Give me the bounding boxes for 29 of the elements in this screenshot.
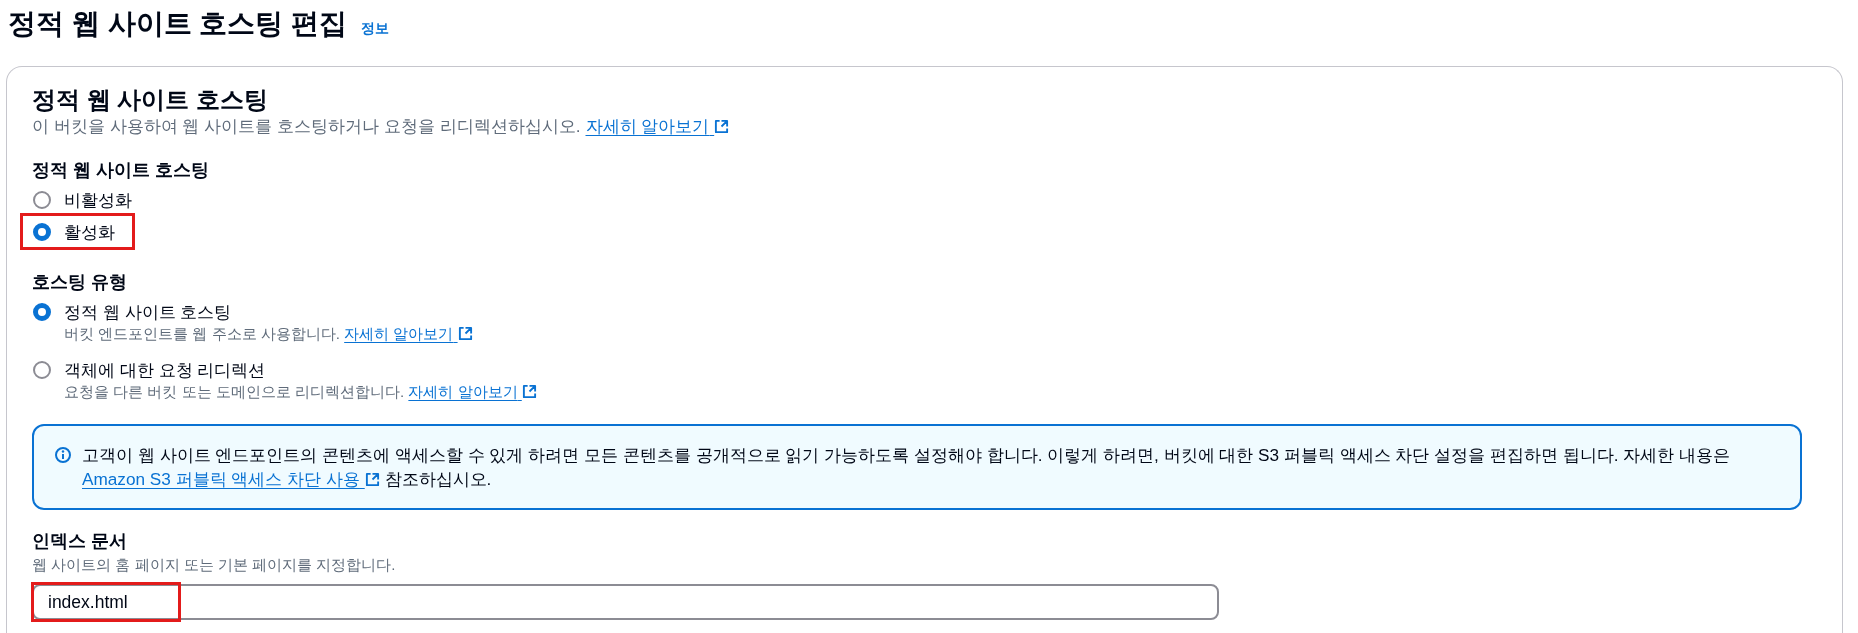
option-description: 요청을 다른 버킷 또는 도메인으로 리디렉션합니다. 자세히 알아보기 <box>64 381 537 403</box>
page-title: 정적 웹 사이트 호스팅 편집 <box>8 7 348 41</box>
input-field[interactable]: index.html <box>32 584 1219 620</box>
card-title: 정적 웹 사이트 호스팅 <box>32 85 269 115</box>
help-link[interactable]: Amazon S3 퍼블릭 액세스 차단 사용 <box>82 469 380 489</box>
external-link-icon <box>457 326 473 341</box>
option-label: 비활성화 <box>64 189 132 211</box>
radio-button[interactable] <box>33 223 51 241</box>
external-link-icon <box>521 384 537 399</box>
field-label: 호스팅 유형 <box>32 271 127 293</box>
field-description: 웹 사이트의 홈 페이지 또는 기본 페이지를 지정합니다. <box>32 556 396 574</box>
option-label: 객체에 대한 요청 리디렉션 <box>64 359 267 381</box>
option-label: 정적 웹 사이트 호스팅 <box>64 301 233 323</box>
info-icon <box>55 447 71 463</box>
option-description: 버킷 엔드포인트를 웹 주소로 사용합니다. 자세히 알아보기 <box>64 323 473 345</box>
external-link-icon <box>714 119 730 134</box>
learn-more-link[interactable]: 자세히 알아보기 <box>344 325 473 342</box>
radio-button[interactable] <box>33 303 51 321</box>
radio-button[interactable] <box>33 361 51 379</box>
field-label: 정적 웹 사이트 호스팅 <box>32 159 209 181</box>
external-link-icon <box>364 472 380 487</box>
info-link[interactable]: 정보 <box>361 20 390 38</box>
field-label: 인덱스 문서 <box>32 530 127 552</box>
info-message: 고객이 웹 사이트 엔드포인트의 콘텐츠에 액세스할 수 있게 하려면 모든 콘텐츠를 공개적으로 읽기 가능하도록 설정해야 합니다. 이렇게 하려면, 버킷에 대한 S3 퍼블릭 액세스 차단 설정을 편집하면 됩니다. 자세한 내용은 Amazon S3 퍼블릭 액세스 차단 사용 참조하십시오. <box>82 444 1732 491</box>
option-label: 활성화 <box>64 221 115 243</box>
learn-more-link[interactable]: 자세히 알아보기 <box>408 383 537 400</box>
radio-button[interactable] <box>33 191 51 209</box>
learn-more-link[interactable]: 자세히 알아보기 <box>585 116 730 136</box>
card-description: 이 버킷을 사용하여 웹 사이트를 호스팅하거나 요청을 리디렉션하십시오. 자세히 알아보기 <box>32 115 1817 137</box>
